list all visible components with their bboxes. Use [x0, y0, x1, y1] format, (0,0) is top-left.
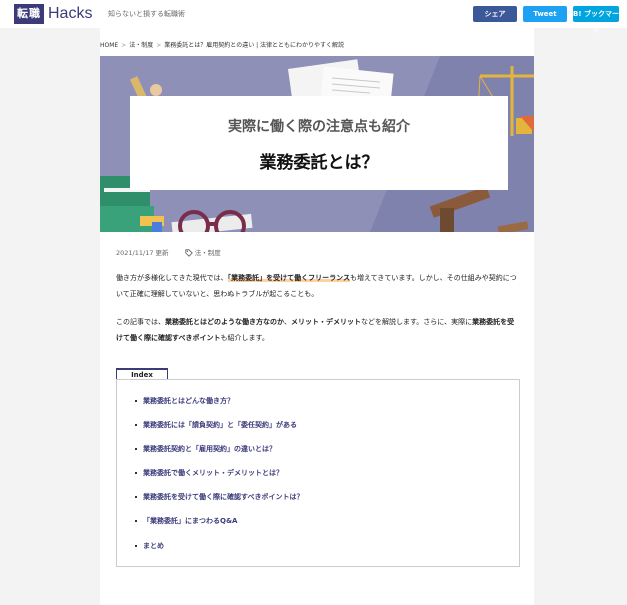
facebook-share-label: シェア — [484, 10, 506, 18]
logo-mark: 転職 — [14, 4, 44, 24]
site-header: 転職 Hacks 知らないと損する転職術 シェア Tweet B! ブックマーク — [0, 0, 627, 34]
intro-paragraph-2: この記事では、業務委託とはどのような働き方なのか、メリット・デメリットなどを解説… — [116, 314, 520, 346]
hatena-bookmark-button[interactable]: B! ブックマーク — [573, 6, 619, 34]
site-tagline: 知らないと損する転職術 — [108, 10, 185, 18]
intro-bold: 業務委託とはどのような働き方なのか — [165, 318, 284, 326]
bullet-icon — [135, 448, 137, 451]
intro-text: などを解説します。さらに、実際に — [361, 318, 473, 326]
breadcrumb-separator: > — [121, 42, 127, 49]
toc-item[interactable]: 業務委託で働くメリット・デメリットとは？ — [135, 466, 304, 490]
toc-item-label: 業務委託契約と「雇用契約」の違いとは？ — [143, 445, 276, 454]
article: HOME > 法・制度 > 業務委託とは？雇用契約との違い | 法律とともにわかりやすく… — [100, 28, 534, 605]
intro-paragraph-1: 働き方が多様化してきた現代では、「業務委託」を受けて働くフリーランスも増えてきて… — [116, 270, 520, 302]
breadcrumb-category[interactable]: 法・制度 — [129, 42, 153, 49]
tag-icon — [185, 249, 193, 257]
toc-item[interactable]: 業務委託契約と「雇用契約」の違いとは？ — [135, 442, 304, 466]
bullet-icon — [135, 400, 137, 402]
facebook-share-button[interactable]: シェア — [473, 6, 517, 22]
toc-item-label: 業務委託で働くメリット・デメリットとは？ — [143, 469, 283, 478]
toc-item[interactable]: 業務委託には「請負契約」と「委任契約」がある — [135, 418, 304, 442]
toc-item[interactable]: 業務委託を受けて働く際に確認すべきポイントは？ — [135, 490, 304, 514]
hero-title-card: 実際に働く際の注意点も紹介 業務委託とは？ — [130, 96, 508, 190]
article-tag[interactable]: 法・制度 — [185, 249, 221, 257]
article-meta: 2021/11/17 更新 法・制度 — [116, 247, 221, 257]
site-logo[interactable]: 転職 Hacks — [14, 4, 92, 24]
breadcrumb-separator: > — [156, 42, 162, 49]
bullet-icon — [135, 472, 137, 475]
hero-subtitle: 実際に働く際の注意点も紹介 — [228, 119, 410, 135]
intro-bold: メリット・デメリット — [291, 318, 361, 326]
hero-image: 実際に働く際の注意点も紹介 業務委託とは？ — [100, 56, 534, 232]
intro-highlight: 「業務委託」を受けて働くフリーランス — [227, 274, 350, 282]
twitter-share-button[interactable]: Tweet — [523, 6, 567, 22]
toc-item[interactable]: 業務委託とはどんな働き方？ — [135, 394, 304, 418]
breadcrumb-home[interactable]: HOME — [100, 42, 118, 49]
bullet-icon — [135, 544, 137, 547]
intro-text: 働き方が多様化してきた現代では、 — [116, 274, 228, 282]
hero-title: 業務委託とは？ — [259, 153, 379, 173]
intro-text: も紹介します。 — [220, 334, 269, 342]
toc-item-label: 「業務委託」にまつわるQ&A — [143, 517, 238, 526]
toc-list: 業務委託とはどんな働き方？ 業務委託には「請負契約」と「委任契約」がある 業務委… — [135, 394, 304, 563]
bullet-icon — [135, 424, 137, 427]
intro-text: この記事では、 — [116, 318, 165, 326]
article-tag-label: 法・制度 — [194, 249, 221, 257]
intro-text: 、 — [284, 318, 291, 326]
toc-item-label: 業務委託とはどんな働き方？ — [143, 397, 234, 405]
toc-item[interactable]: 「業務委託」にまつわるQ&A — [135, 514, 304, 538]
twitter-share-label: Tweet — [533, 10, 557, 18]
table-of-contents: 業務委託とはどんな働き方？ 業務委託には「請負契約」と「委任契約」がある 業務委… — [116, 379, 520, 567]
breadcrumb: HOME > 法・制度 > 業務委託とは？雇用契約との違い | 法律とともにわかりやすく… — [100, 40, 344, 49]
toc-item-label: 業務委託には「請負契約」と「委任契約」がある — [143, 421, 297, 430]
hatena-bookmark-label: B! ブックマーク — [573, 10, 619, 34]
article-date: 2021/11/17 更新 — [116, 249, 169, 257]
bullet-icon — [135, 496, 137, 499]
toc-item-label: 業務委託を受けて働く際に確認すべきポイントは？ — [143, 493, 304, 502]
breadcrumb-current: 業務委託とは？雇用契約との違い | 法律とともにわかりやすく解説 — [164, 42, 345, 49]
logo-text: Hacks — [48, 5, 93, 22]
bullet-icon — [135, 520, 137, 523]
toc-item-label: まとめ — [143, 541, 164, 550]
toc-item[interactable]: まとめ — [135, 539, 304, 563]
